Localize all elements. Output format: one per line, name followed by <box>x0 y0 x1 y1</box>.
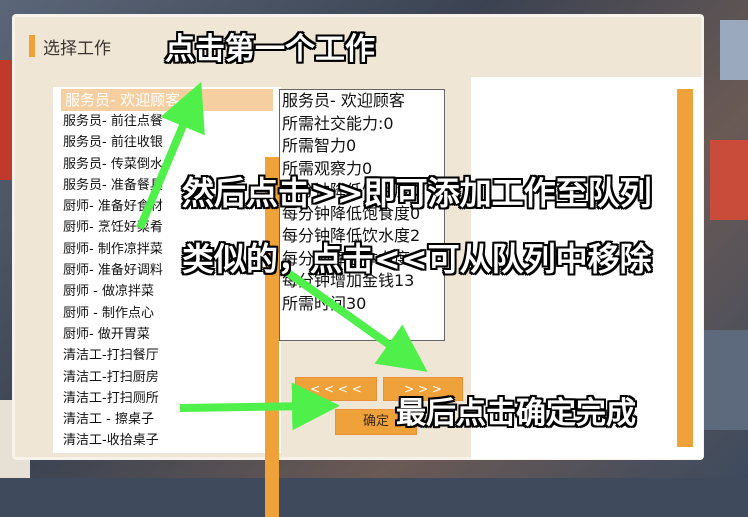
instruction-step1: 点击第一个工作 <box>165 32 375 67</box>
instruction-step4: 最后点击确定完成 <box>396 396 636 431</box>
arrow-to-add-button <box>281 266 428 372</box>
instruction-step2: 然后点击>>即可添加工作至队列 <box>182 174 652 212</box>
arrow-to-confirm-button <box>179 382 340 431</box>
instruction-step3: 类似的，点击<<可从队列中移除 <box>182 240 652 278</box>
